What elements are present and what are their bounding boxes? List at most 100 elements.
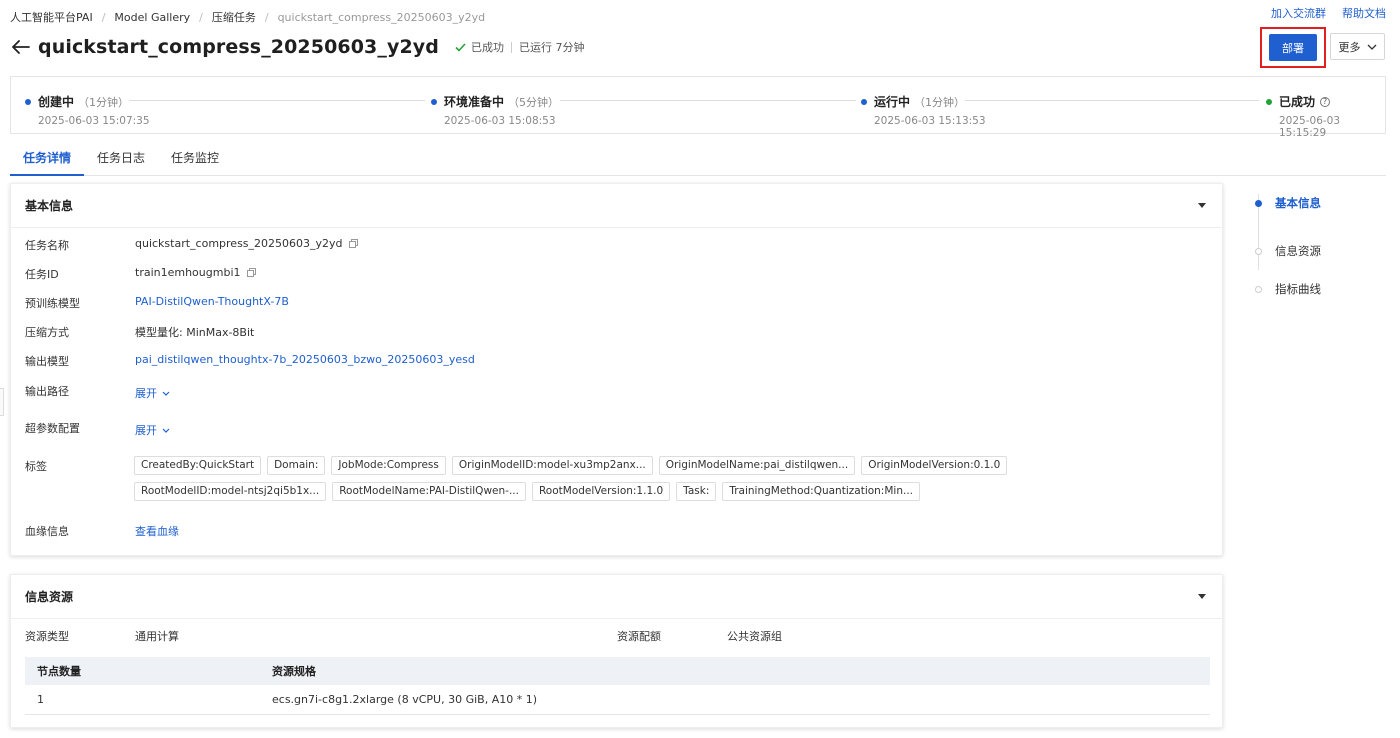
step-dot bbox=[861, 98, 867, 105]
step-duration: （1分钟） bbox=[78, 95, 130, 109]
breadcrumb-item-model-gallery[interactable]: Model Gallery bbox=[114, 11, 190, 24]
title-row: quickstart_compress_20250603_y2yd 已成功 已运… bbox=[10, 36, 584, 58]
tab-task-details[interactable]: 任务详情 bbox=[10, 142, 85, 176]
deploy-highlight-box: 部署 bbox=[1260, 27, 1326, 68]
field-label: 任务ID bbox=[25, 268, 59, 281]
pretrained-model-link[interactable]: PAI-DistilQwen-ThoughtX-7B bbox=[135, 295, 289, 308]
anchor-item-metric-curves[interactable]: 指标曲线 bbox=[1255, 270, 1321, 308]
breadcrumb-separator: / bbox=[199, 10, 203, 24]
chevron-down-icon bbox=[1367, 44, 1376, 50]
table-header: 节点数量 资源规格 bbox=[25, 657, 1210, 685]
tag: Domain: bbox=[267, 456, 326, 475]
anchor-label: 信息资源 bbox=[1275, 244, 1321, 258]
breadcrumb-item-pai[interactable]: 人工智能平台PAI bbox=[10, 9, 93, 25]
back-arrow-icon[interactable] bbox=[10, 36, 32, 58]
field-label: 资源类型 bbox=[25, 630, 69, 643]
collapse-caret-icon[interactable] bbox=[1198, 594, 1206, 599]
tag: RootModelVersion:1.1.0 bbox=[531, 482, 671, 501]
expand-label: 展开 bbox=[135, 387, 157, 400]
field-label: 资源配额 bbox=[617, 630, 661, 643]
table-row: 1 ecs.gn7i-c8g1.2xlarge (8 vCPU, 30 GiB,… bbox=[25, 685, 1210, 715]
status-badge: 已成功 已运行 7分钟 bbox=[455, 39, 585, 55]
column-header: 资源规格 bbox=[272, 665, 316, 678]
anchor-dot bbox=[1255, 199, 1262, 207]
tag: OriginModelID:model-xu3mp2anx... bbox=[451, 456, 653, 475]
resource-info-panel: 信息资源 资源类型 通用计算 资源配额 公共资源组 节点数量 资源规格 1 ec… bbox=[10, 574, 1223, 728]
timeline-connector bbox=[560, 100, 856, 101]
more-button[interactable]: 更多 bbox=[1330, 33, 1385, 60]
sidebar-collapse-handle[interactable] bbox=[0, 388, 4, 416]
field-label: 输出模型 bbox=[25, 355, 69, 368]
anchor-item-basic-info[interactable]: 基本信息 bbox=[1255, 184, 1321, 222]
column-header: 节点数量 bbox=[37, 665, 81, 678]
expand-label: 展开 bbox=[135, 424, 157, 437]
runtime-text: 已运行 7分钟 bbox=[518, 41, 585, 54]
tab-task-logs[interactable]: 任务日志 bbox=[84, 142, 158, 176]
expand-hyperparams-toggle[interactable]: 展开 bbox=[135, 422, 170, 438]
page-title: quickstart_compress_20250603_y2yd bbox=[38, 36, 439, 58]
timeline-step-creating: 创建中 （1分钟） 2025-06-03 15:07:35 bbox=[25, 93, 150, 127]
step-time: 2025-06-03 15:07:35 bbox=[38, 115, 150, 127]
step-name: 已成功 bbox=[1279, 95, 1316, 109]
success-check-icon bbox=[455, 42, 466, 52]
step-duration: （5分钟） bbox=[508, 95, 560, 109]
timeline-connector bbox=[129, 100, 425, 101]
timeline-step-running: 运行中 （1分钟） 2025-06-03 15:13:53 bbox=[861, 93, 986, 127]
anchor-label: 指标曲线 bbox=[1275, 282, 1321, 296]
top-links: 加入交流群 帮助文档 bbox=[1271, 5, 1386, 21]
resource-table: 节点数量 资源规格 1 ecs.gn7i-c8g1.2xlarge (8 vCP… bbox=[25, 657, 1210, 715]
breadcrumb: 人工智能平台PAI / Model Gallery / 压缩任务 / quick… bbox=[10, 9, 485, 25]
chevron-down-icon bbox=[162, 391, 170, 396]
step-dot bbox=[431, 98, 437, 105]
field-label: 任务名称 bbox=[25, 239, 69, 252]
table-cell: ecs.gn7i-c8g1.2xlarge (8 vCPU, 30 GiB, A… bbox=[272, 693, 537, 706]
tag: JobMode:Compress bbox=[331, 456, 446, 475]
more-label: 更多 bbox=[1338, 40, 1361, 54]
collapse-caret-icon[interactable] bbox=[1198, 203, 1206, 208]
panel-title: 基本信息 bbox=[25, 199, 74, 213]
help-docs-link[interactable]: 帮助文档 bbox=[1342, 5, 1386, 21]
tab-bar: 任务详情 任务日志 任务监控 bbox=[10, 142, 1386, 176]
help-question-icon[interactable]: ? bbox=[1320, 96, 1331, 107]
tab-task-monitor[interactable]: 任务监控 bbox=[158, 142, 232, 176]
table-cell: 1 bbox=[37, 693, 44, 706]
panel-header: 信息资源 bbox=[11, 575, 1222, 619]
step-name: 环境准备中 bbox=[444, 95, 505, 109]
step-name: 运行中 bbox=[874, 95, 911, 109]
field-label: 血缘信息 bbox=[25, 525, 69, 538]
copy-icon[interactable] bbox=[348, 239, 358, 248]
basic-info-panel: 基本信息 任务名称 quickstart_compress_20250603_y… bbox=[10, 183, 1223, 556]
deploy-button[interactable]: 部署 bbox=[1269, 34, 1317, 61]
step-dot bbox=[1266, 98, 1272, 105]
expand-output-path-toggle[interactable]: 展开 bbox=[135, 385, 170, 401]
progress-timeline: 创建中 （1分钟） 2025-06-03 15:07:35 环境准备中 （5分钟） … bbox=[10, 76, 1386, 139]
field-value: 公共资源组 bbox=[727, 630, 782, 643]
timeline-connector bbox=[965, 100, 1259, 101]
timeline-step-env-prep: 环境准备中 （5分钟） 2025-06-03 15:08:53 bbox=[431, 93, 559, 127]
panel-header: 基本信息 bbox=[11, 184, 1222, 228]
breadcrumb-item-compress-tasks[interactable]: 压缩任务 bbox=[212, 9, 256, 25]
field-value: quickstart_compress_20250603_y2yd bbox=[135, 237, 343, 250]
breadcrumb-current: quickstart_compress_20250603_y2yd bbox=[277, 10, 486, 24]
anchor-item-resource-info[interactable]: 信息资源 bbox=[1255, 232, 1321, 270]
anchor-dot bbox=[1255, 247, 1262, 255]
step-dot bbox=[25, 98, 31, 105]
tag-list: CreatedBy:QuickStart Domain: JobMode:Com… bbox=[134, 456, 1134, 501]
copy-icon[interactable] bbox=[246, 268, 256, 277]
field-label: 标签 bbox=[25, 460, 47, 473]
field-value: train1emhougmbi1 bbox=[135, 266, 241, 279]
timeline-step-success: 已成功? 2025-06-03 15:15:29 bbox=[1266, 93, 1385, 139]
join-group-link[interactable]: 加入交流群 bbox=[1271, 5, 1326, 21]
field-value: 模型量化: MinMax-8Bit bbox=[135, 326, 255, 339]
tag: OriginModelName:pai_distilqwen... bbox=[658, 456, 856, 475]
tag: RootModelName:PAI-DistilQwen-... bbox=[332, 482, 526, 501]
view-lineage-link[interactable]: 查看血缘 bbox=[135, 523, 179, 539]
status-text: 已成功 bbox=[470, 41, 504, 54]
breadcrumb-separator: / bbox=[101, 10, 106, 24]
output-model-link[interactable]: pai_distilqwen_thoughtx-7b_20250603_bzwo… bbox=[135, 353, 475, 366]
step-time: 2025-06-03 15:08:53 bbox=[444, 115, 556, 127]
step-name: 创建中 bbox=[38, 95, 75, 109]
chevron-down-icon bbox=[162, 428, 170, 433]
tag: RootModelID:model-ntsj2qi5b1x... bbox=[134, 482, 327, 501]
anchor-dot bbox=[1255, 285, 1262, 293]
